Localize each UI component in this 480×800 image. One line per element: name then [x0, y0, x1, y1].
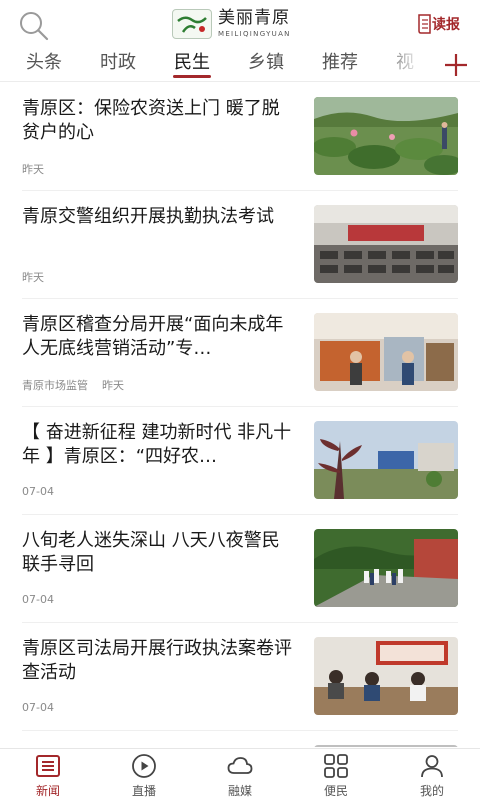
nav-news[interactable]: 新闻: [0, 753, 96, 799]
news-title: 青原区司法局开展行政执法案卷评查活动: [22, 638, 292, 683]
nav-live[interactable]: 直播: [96, 753, 192, 799]
news-meta: 07-04: [22, 701, 54, 714]
app-logo: 美丽青原 MEILIQINGYUAN: [172, 8, 291, 40]
play-icon: [132, 754, 156, 778]
logo-subtitle: MEILIQINGYUAN: [218, 30, 291, 38]
news-title: 青原区稽查分局开展“面向未成年人无底线营销活动”专…: [22, 314, 284, 359]
news-title: 青原交警组织开展执勤执法考试: [22, 206, 274, 227]
news-title: 八旬老人迷失深山 八天八夜警民联手寻回: [22, 530, 280, 575]
lotus-pond-image: [314, 97, 458, 175]
news-thumbnail: [314, 97, 458, 175]
exam-hall-image: [314, 205, 458, 283]
news-thumbnail: [314, 205, 458, 283]
tab-fade-overlay: [380, 48, 440, 81]
news-time: 07-04: [22, 593, 54, 606]
news-time: 昨天: [22, 163, 44, 176]
news-thumbnail: [314, 745, 458, 747]
news-item[interactable]: 青原区：保险农资送上门 暖了脱贫户的心 昨天: [0, 83, 480, 191]
news-meta: 07-04: [22, 485, 54, 498]
category-tabs: 头条 时政 民生 乡镇 推荐 视: [0, 48, 480, 82]
news-feed: 青原区：保险农资送上门 暖了脱贫户的心 昨天 青原交警组织开展执勤执法考试 昨天: [0, 83, 480, 747]
news-title: 【 奋进新征程 建功新时代 非凡十年 】青原区：“四好农…: [22, 422, 292, 467]
news-time: 昨天: [102, 379, 124, 392]
news-thumbnail: [314, 421, 458, 499]
user-icon: [421, 755, 443, 778]
grid-icon: [324, 754, 348, 778]
nav-news-label: 新闻: [35, 784, 60, 798]
top-bar: 美丽青原 MEILIQINGYUAN 读报: [0, 0, 480, 48]
read-paper-label: 读报: [432, 17, 460, 33]
tab-politics[interactable]: 时政: [94, 48, 142, 82]
news-item[interactable]: 青原交警组织开展执勤执法考试 昨天: [0, 191, 480, 299]
mountain-rescue-image: [314, 529, 458, 607]
logo-title: 美丽青原: [218, 8, 290, 28]
news-time: 昨天: [22, 271, 44, 284]
rural-road-image: [314, 421, 458, 499]
nav-media-label: 融媒: [227, 784, 252, 798]
nav-profile[interactable]: 我的: [384, 753, 480, 799]
cloud-icon: [227, 757, 253, 774]
news-time: 07-04: [22, 485, 54, 498]
news-item[interactable]: 青原区司法局开展行政执法案卷评查活动 07-04: [0, 623, 480, 731]
tab-recommend[interactable]: 推荐: [316, 48, 364, 82]
nav-services[interactable]: 便民: [288, 753, 384, 799]
news-thumbnail: [314, 529, 458, 607]
case-review-meeting-image: [314, 637, 458, 715]
news-thumbnail: [314, 313, 458, 391]
add-channel-icon[interactable]: [442, 51, 470, 79]
news-meta: 青原市场监管 昨天: [22, 377, 124, 393]
bottom-nav: 新闻 直播 融媒 便民 我的: [0, 748, 480, 800]
news-title: 青原区：保险农资送上门 暖了脱贫户的心: [22, 98, 280, 143]
logo-mark-icon: [172, 9, 212, 39]
news-meta: 昨天: [22, 161, 44, 177]
nav-services-label: 便民: [323, 784, 348, 798]
news-time: 07-04: [22, 701, 54, 714]
read-paper-button[interactable]: 读报: [416, 12, 466, 36]
news-meta: 昨天: [22, 269, 44, 285]
news-item[interactable]: 青原区稽查分局开展“面向未成年人无底线营销活动”专… 青原市场监管 昨天: [0, 299, 480, 407]
tab-headlines[interactable]: 头条: [20, 48, 68, 82]
news-source: 青原市场监管: [22, 379, 88, 392]
news-meta: 07-04: [22, 593, 54, 606]
search-icon[interactable]: [18, 10, 50, 42]
nav-profile-label: 我的: [419, 784, 444, 798]
news-item[interactable]: 八旬老人迷失深山 八天八夜警民联手寻回 07-04: [0, 515, 480, 623]
news-item[interactable]: 【 奋进新征程 建功新时代 非凡十年 】青原区：“四好农… 07-04: [0, 407, 480, 515]
tab-livelihood[interactable]: 民生: [168, 48, 216, 82]
news-item[interactable]: [0, 731, 480, 747]
tab-towns[interactable]: 乡镇: [242, 48, 290, 82]
news-thumbnail: [314, 637, 458, 715]
news-icon: [36, 755, 60, 777]
nav-live-label: 直播: [131, 784, 156, 798]
active-tab-indicator: [173, 75, 211, 78]
nav-media[interactable]: 融媒: [192, 753, 288, 799]
store-inspection-image: [314, 313, 458, 391]
